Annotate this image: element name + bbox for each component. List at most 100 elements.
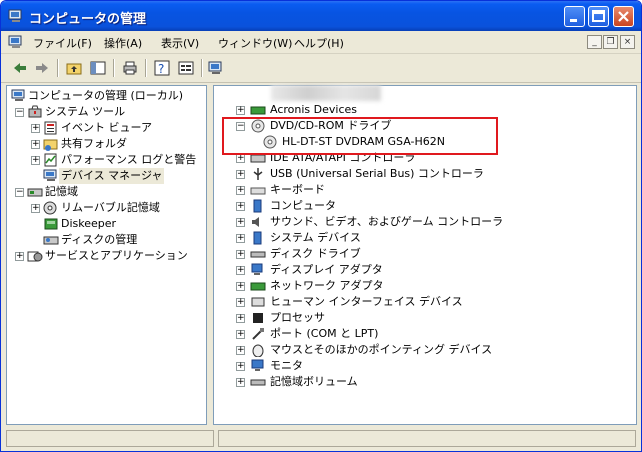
- toolbar: ?: [1, 54, 641, 83]
- mdi-restore-button[interactable]: ❐: [603, 35, 618, 49]
- forward-arrow-icon[interactable]: [33, 59, 51, 77]
- expand-button[interactable]: +: [236, 186, 245, 195]
- mdi-minimize-button[interactable]: _: [587, 35, 602, 49]
- toolbar-separator: [145, 59, 147, 77]
- device-category-label: マウスとそのほかのポインティング デバイス: [270, 343, 493, 356]
- status-bar: [6, 428, 636, 448]
- tree-node-label: リムーバブル記憶域: [61, 201, 160, 214]
- expand-button[interactable]: +: [236, 202, 245, 211]
- menu-help[interactable]: ヘルプ(H): [294, 35, 344, 51]
- expand-button[interactable]: +: [15, 252, 24, 261]
- expand-button[interactable]: +: [31, 156, 40, 165]
- computer-management-icon: [8, 9, 22, 22]
- hid-icon: [251, 297, 265, 307]
- expand-button[interactable]: +: [236, 266, 245, 275]
- collapse-button[interactable]: −: [15, 188, 24, 197]
- device-category-label: ポート (COM と LPT): [270, 327, 379, 340]
- tree-node-label: Diskeeper: [61, 217, 117, 230]
- speaker-icon: [252, 217, 259, 227]
- device-category-label: Acronis Devices: [270, 103, 357, 116]
- expand-button[interactable]: +: [236, 346, 245, 355]
- toolbox-icon: [28, 105, 42, 118]
- device-category-label: ヒューマン インターフェイス デバイス: [270, 295, 463, 308]
- disk-management-icon: [43, 236, 59, 245]
- toolbar-separator: [201, 59, 203, 77]
- print-icon[interactable]: [121, 59, 139, 77]
- scan-hardware-icon[interactable]: [207, 59, 225, 77]
- diskeeper-icon: [44, 218, 58, 230]
- performance-logs-icon: [44, 153, 57, 167]
- mdi-close-button[interactable]: ×: [620, 35, 635, 49]
- expand-button[interactable]: +: [236, 362, 245, 371]
- expand-button[interactable]: +: [236, 282, 245, 291]
- expand-button[interactable]: +: [31, 124, 40, 133]
- expand-button[interactable]: +: [236, 250, 245, 259]
- tree-node-label: コンピュータの管理 (ローカル): [28, 89, 184, 102]
- expand-button[interactable]: +: [31, 140, 40, 149]
- device-category-label: モニタ: [270, 359, 303, 372]
- help-icon[interactable]: ?: [153, 59, 171, 77]
- computer-icon: [253, 199, 262, 213]
- window-title: コンピュータの管理: [29, 12, 147, 27]
- device-manager-icon: [43, 169, 57, 181]
- expand-button[interactable]: +: [236, 314, 245, 323]
- services-icon: [27, 251, 43, 262]
- menu-file[interactable]: ファイル(F): [33, 35, 92, 51]
- document-window-icon[interactable]: [8, 34, 24, 50]
- tree-node-label: 共有フォルダ: [61, 137, 127, 150]
- close-button[interactable]: [613, 6, 634, 27]
- maximize-button[interactable]: [588, 6, 609, 27]
- status-bar-right-panel: [218, 430, 636, 447]
- tree-node-label: ディスクの管理: [61, 233, 138, 246]
- removable-storage-icon: [43, 201, 57, 215]
- port-icon: [252, 328, 264, 340]
- collapse-button[interactable]: −: [15, 108, 24, 117]
- shared-folder-icon: [43, 139, 58, 151]
- disk-drive-icon: [250, 251, 266, 258]
- storage-volume-icon: [250, 379, 266, 386]
- toolbar-separator: [57, 59, 59, 77]
- computer-icon: [11, 89, 25, 101]
- device-category-label: キーボード: [270, 183, 325, 196]
- highlight-box: [222, 117, 498, 155]
- network-adapter-icon: [250, 282, 266, 291]
- tree-node-label: 記憶域: [45, 185, 78, 198]
- minimize-button[interactable]: [564, 6, 585, 27]
- expand-button[interactable]: +: [236, 234, 245, 243]
- expand-button[interactable]: +: [236, 170, 245, 179]
- tree-node-label: イベント ビューア: [61, 121, 153, 134]
- console-tree-pane[interactable]: コンピュータの管理 (ローカル) − システム ツール + イベント ビューア …: [6, 85, 207, 425]
- properties-icon[interactable]: [177, 59, 195, 77]
- device-category-label: サウンド、ビデオ、およびゲーム コントローラ: [270, 215, 504, 228]
- expand-button[interactable]: +: [236, 154, 245, 163]
- menu-bar: ファイル(F) 操作(A) 表示(V) ウィンドウ(W) ヘルプ(H) _ ❐ …: [1, 31, 641, 54]
- expand-button[interactable]: +: [31, 204, 40, 213]
- system-device-icon: [253, 231, 262, 245]
- expand-button[interactable]: +: [236, 298, 245, 307]
- status-bar-left-panel: [6, 430, 214, 447]
- menu-view[interactable]: 表示(V): [161, 35, 199, 51]
- redacted-computer-name: [271, 85, 381, 101]
- toolbar-separator: [113, 59, 115, 77]
- device-category-label: ネットワーク アダプタ: [270, 279, 384, 292]
- usb-icon: [253, 168, 263, 180]
- expand-button[interactable]: +: [236, 378, 245, 387]
- device-category-label: プロセッサ: [270, 311, 325, 324]
- tree-node-label: システム ツール: [45, 105, 126, 118]
- expand-button[interactable]: +: [236, 218, 245, 227]
- svg-text:?: ?: [158, 62, 164, 76]
- device-category-label: USB (Universal Serial Bus) コントローラ: [270, 167, 484, 180]
- minimize-icon: [570, 19, 577, 22]
- tree-node-label: パフォーマンス ログと警告: [61, 153, 197, 166]
- show-hide-tree-icon[interactable]: [89, 59, 107, 77]
- expand-button[interactable]: +: [236, 106, 245, 115]
- menu-window[interactable]: ウィンドウ(W): [218, 35, 292, 51]
- up-folder-icon[interactable]: [65, 59, 83, 77]
- menu-action[interactable]: 操作(A): [104, 35, 142, 51]
- title-bar[interactable]: コンピュータの管理: [1, 1, 641, 31]
- event-viewer-icon: [44, 121, 57, 135]
- back-arrow-icon[interactable]: [11, 59, 29, 77]
- expand-button[interactable]: +: [236, 330, 245, 339]
- maximize-icon: [592, 10, 605, 22]
- tree-node-label: デバイス マネージャ: [59, 168, 165, 184]
